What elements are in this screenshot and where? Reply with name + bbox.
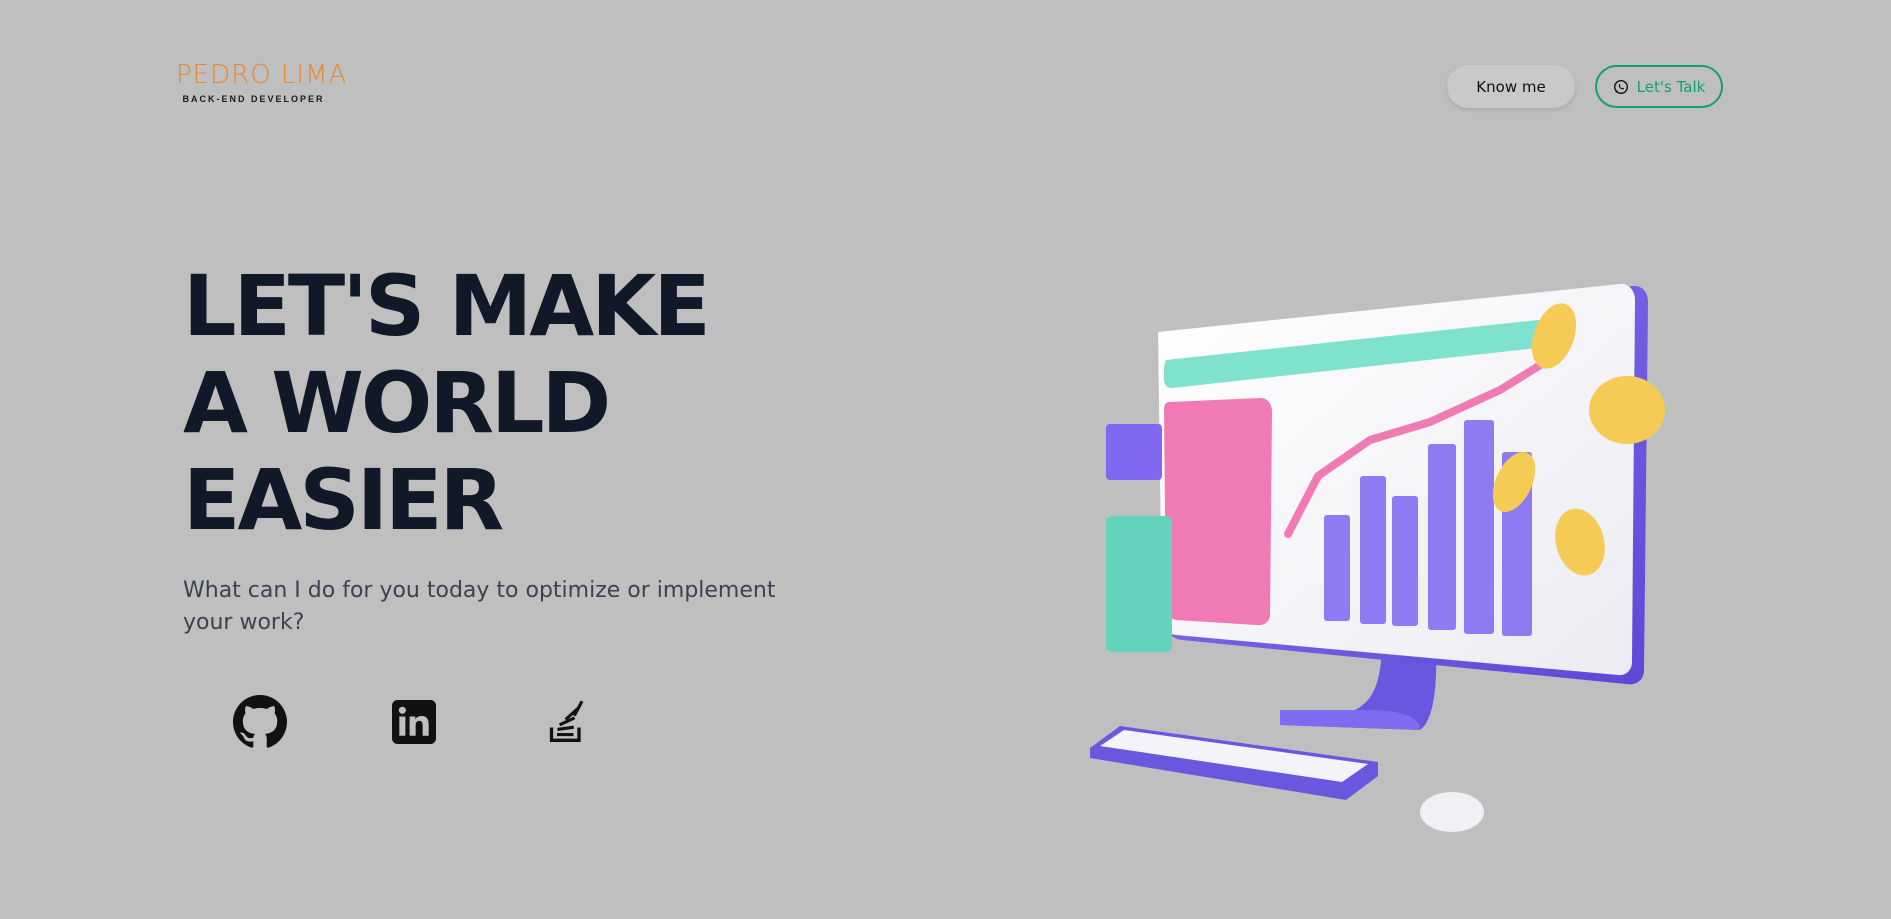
lets-talk-button[interactable]: Let's Talk <box>1595 65 1723 108</box>
hero-subtitle: What can I do for you today to optimize … <box>183 578 776 635</box>
lets-talk-label: Let's Talk <box>1636 77 1706 96</box>
github-icon <box>233 695 287 748</box>
github-link[interactable] <box>232 694 288 750</box>
know-me-button[interactable]: Know me <box>1447 65 1575 108</box>
headline-line-1: LET'S MAKE <box>183 257 711 355</box>
landing-page: PEDRO LIMA BACK-END DEVELOPER Know me Le… <box>0 0 1891 919</box>
whatsapp-icon <box>1613 79 1628 94</box>
computer-dashboard-illustration <box>1090 283 1665 832</box>
linkedin-icon <box>392 700 436 744</box>
logo[interactable]: PEDRO LIMA BACK-END DEVELOPER <box>176 60 348 104</box>
stackoverflow-link[interactable] <box>540 694 596 750</box>
headline-line-3: EASIER <box>183 451 504 549</box>
logo-tagline: BACK-END DEVELOPER <box>182 94 325 104</box>
stackoverflow-icon <box>549 700 584 742</box>
headline-line-2: A WORLD <box>183 354 611 452</box>
logo-name: PEDRO LIMA <box>176 60 348 90</box>
hero-headline: LET'S MAKE A WORLD EASIER <box>183 258 803 549</box>
linkedin-link[interactable] <box>386 694 442 750</box>
